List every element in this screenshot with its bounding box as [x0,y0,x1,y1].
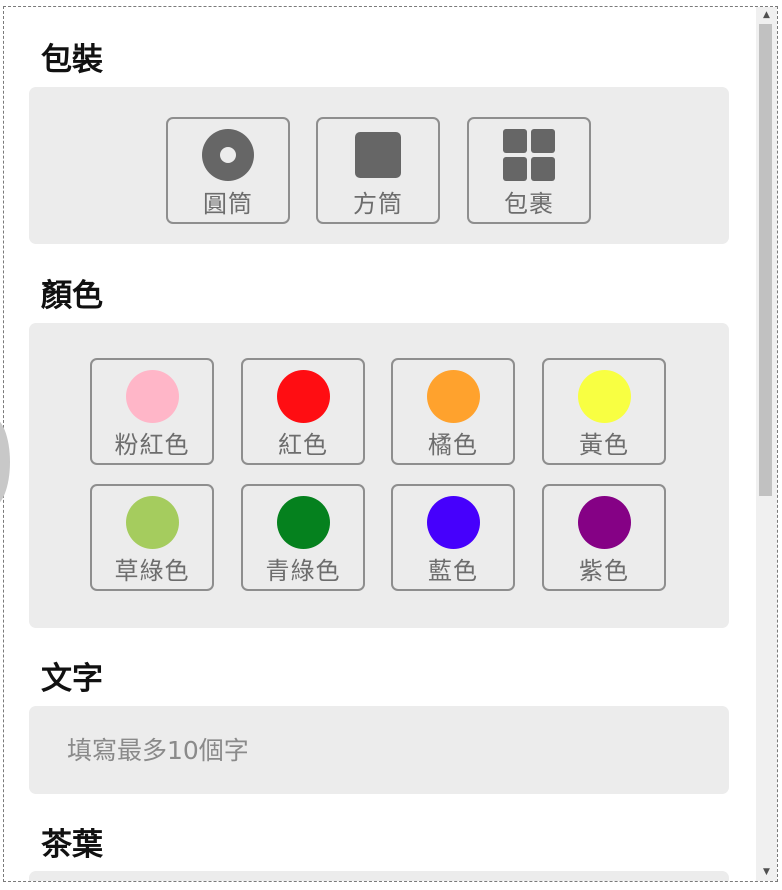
packaging-option-label: 圓筒 [203,190,253,218]
color-title: 顏色 [41,278,103,314]
scroll-content: 包裝 圓筒 方筒 包裹 顏色 粉紅色 紅色 橘色 黃色 草綠色 青綠色 藍色 紫… [4,7,756,881]
options-panel: 包裝 圓筒 方筒 包裹 顏色 粉紅色 紅色 橘色 黃色 草綠色 青綠色 藍色 紫… [3,6,778,882]
grid-package-icon [503,129,555,181]
packaging-option-cylinder[interactable]: 圓筒 [166,117,290,224]
packaging-option-label: 包裹 [504,190,554,218]
custom-text-input[interactable] [29,706,729,794]
tea-title: 茶葉 [41,827,103,863]
tea-panel [29,871,729,881]
packaging-panel: 圓筒 方筒 包裹 [29,87,729,244]
scrollbar-thumb[interactable] [759,24,772,496]
color-swatch [577,370,631,423]
square-box-icon [355,132,401,178]
color-swatch [426,496,480,549]
vertical-scrollbar[interactable]: ▲ ▼ [756,7,777,881]
color-option-yellow[interactable]: 黃色 [542,358,666,465]
color-option-label: 草綠色 [114,557,190,585]
text-title: 文字 [41,661,103,697]
color-swatch [426,370,480,423]
packaging-option-package[interactable]: 包裹 [467,117,591,224]
color-option-blue[interactable]: 藍色 [391,484,515,591]
color-swatch [125,370,179,423]
color-option-label: 藍色 [428,557,478,585]
packaging-option-label: 方筒 [353,190,403,218]
packaging-title: 包裝 [41,42,103,78]
color-option-label: 橘色 [428,431,478,459]
color-swatch [577,496,631,549]
scroll-down-arrow-icon[interactable]: ▼ [756,864,777,881]
color-option-label: 紫色 [579,557,629,585]
color-option-label: 青綠色 [265,557,341,585]
scroll-up-arrow-icon[interactable]: ▲ [756,7,777,24]
color-option-label: 黃色 [579,431,629,459]
color-option-label: 紅色 [278,431,328,459]
color-option-pink[interactable]: 粉紅色 [90,358,214,465]
color-option-orange[interactable]: 橘色 [391,358,515,465]
color-swatch [276,370,330,423]
color-option-purple[interactable]: 紫色 [542,484,666,591]
color-option-red[interactable]: 紅色 [241,358,365,465]
color-swatch [125,496,179,549]
color-option-grass-green[interactable]: 草綠色 [90,484,214,591]
color-option-green[interactable]: 青綠色 [241,484,365,591]
packaging-option-square[interactable]: 方筒 [316,117,440,224]
color-swatch [276,496,330,549]
cylinder-icon [202,129,254,181]
color-option-label: 粉紅色 [114,431,190,459]
color-panel: 粉紅色 紅色 橘色 黃色 草綠色 青綠色 藍色 紫色 [29,323,729,628]
